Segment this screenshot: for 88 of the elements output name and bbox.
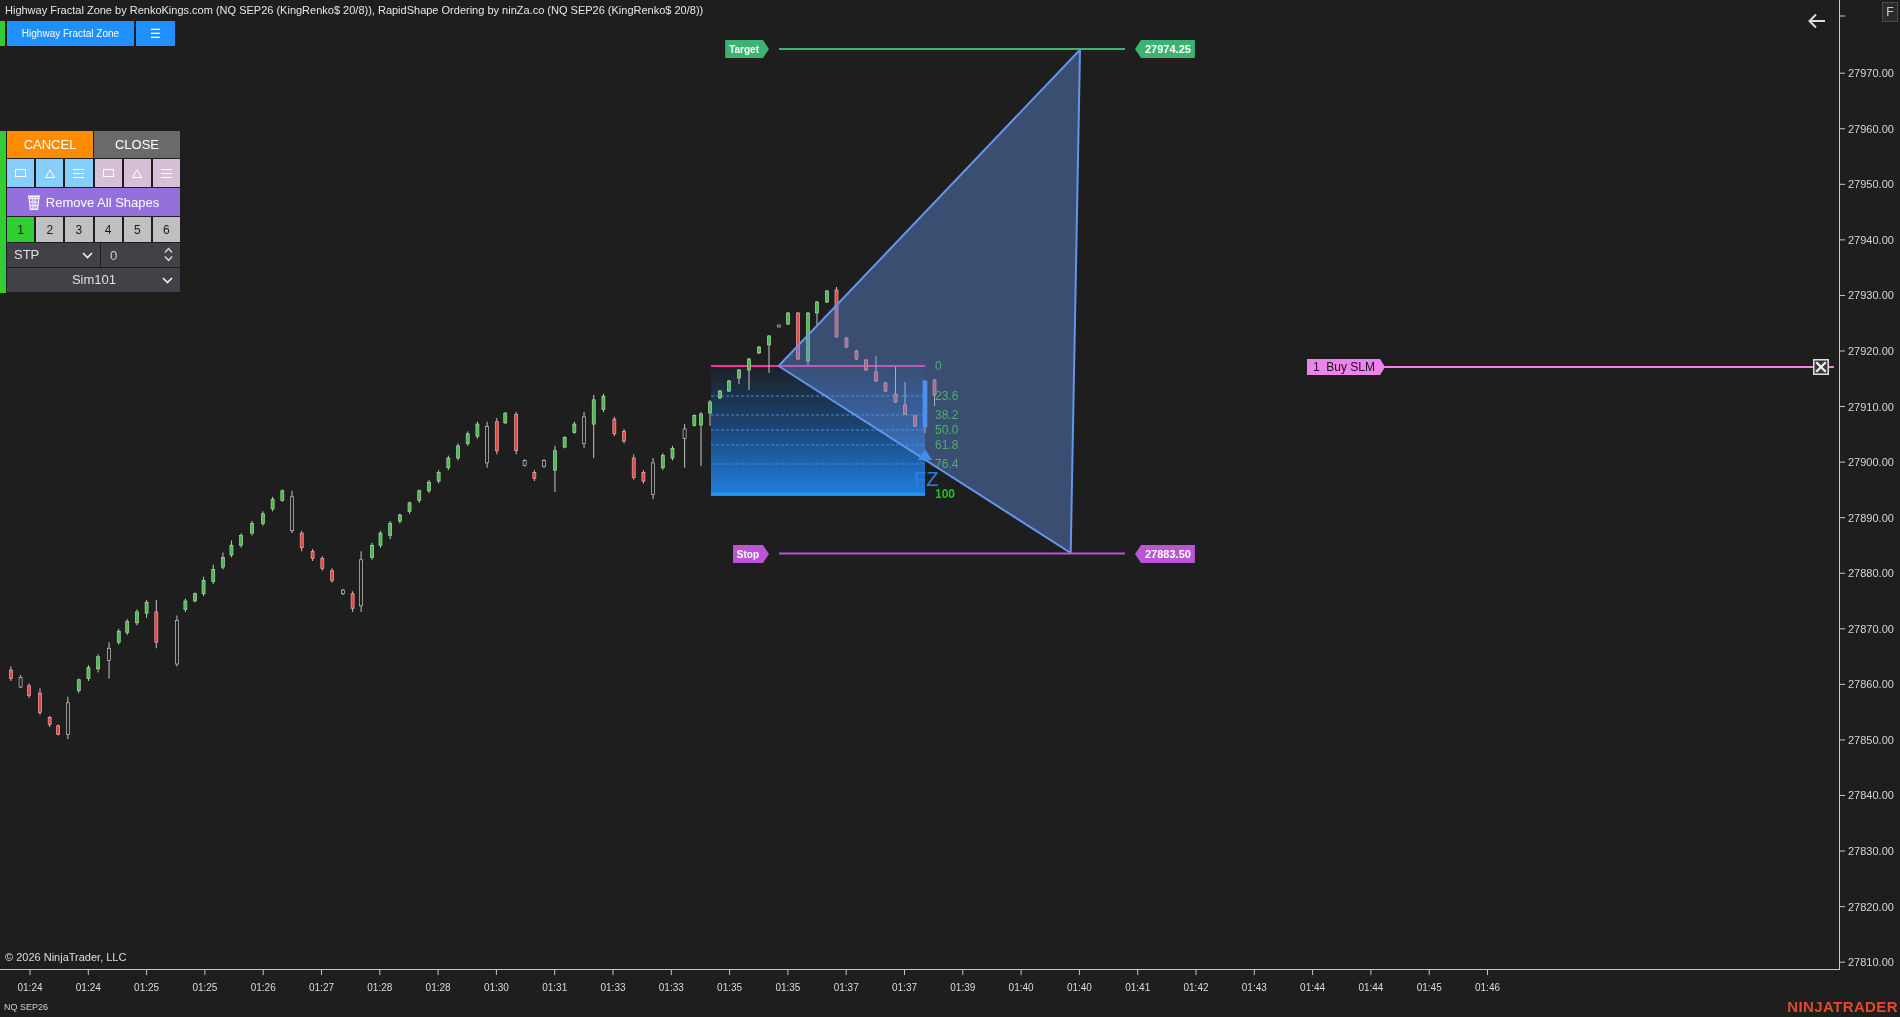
time-axis-label: 01:24 [75, 981, 101, 994]
lines-icon [73, 168, 85, 178]
price-axis-label: 27900.00 [1848, 455, 1894, 470]
account-dropdown[interactable]: Sim101 [7, 268, 180, 292]
remove-shapes-button[interactable]: Remove All Shapes [7, 188, 180, 216]
price-axis-label: 27850.00 [1848, 732, 1894, 747]
time-axis-label: 01:28 [425, 981, 451, 994]
time-axis-label: 01:31 [542, 981, 568, 994]
quantity-button[interactable]: 1 [7, 217, 35, 242]
quantity-button[interactable]: 4 [94, 217, 122, 242]
target-price-tag: 27974.25 [1135, 40, 1195, 58]
quantity-button[interactable]: 2 [36, 217, 64, 242]
handle-bar [0, 21, 5, 46]
chevron-down-icon [162, 276, 173, 284]
price-axis-label: 27910.00 [1848, 399, 1894, 414]
instrument-label: NQ SEP26 [4, 1002, 49, 1013]
time-axis-label: 01:33 [658, 981, 684, 994]
price-axis-label: 27920.00 [1848, 344, 1894, 358]
arrow-left-icon[interactable] [1808, 13, 1826, 29]
price-axis-label: 27860.00 [1848, 677, 1894, 692]
fib-level-label: 50.0 [935, 423, 959, 437]
fib-level-label: 100 [935, 487, 956, 501]
time-axis-label: 01:30 [483, 981, 509, 994]
fib-level-label: 38.2 [935, 408, 959, 422]
lines-icon [160, 168, 172, 178]
time-axis-label: 01:45 [1416, 981, 1442, 994]
price-axis-label: 27870.00 [1848, 621, 1894, 636]
time-axis-label: 01:27 [309, 981, 334, 994]
time-axis-label: 01:44 [1300, 981, 1326, 994]
chevron-down-icon [82, 251, 93, 259]
time-axis-label: 01:40 [1066, 981, 1092, 994]
price-axis-label: 27930.00 [1848, 288, 1894, 303]
price-axis-label: 27960.00 [1848, 121, 1894, 136]
time-axis-label: 01:26 [250, 981, 276, 994]
time-axis-label: 01:35 [775, 981, 801, 994]
time-axis-label: 01:43 [1241, 981, 1267, 994]
quantity-button[interactable]: 3 [65, 217, 93, 242]
triangle-tool-button[interactable] [36, 159, 64, 187]
time-axis-label: 01:24 [17, 981, 43, 994]
logo-text: NINJATRADER [1787, 998, 1898, 1015]
time-axis-label: 01:46 [1475, 981, 1500, 994]
fib-level-label: 61.8 [935, 438, 959, 452]
time-axis-label: 01:25 [192, 981, 218, 994]
triangle-icon [132, 168, 143, 178]
time-axis-label: 01:33 [600, 981, 626, 994]
quantity-button[interactable]: 5 [123, 217, 151, 242]
time-axis-label: 01:42 [1183, 981, 1209, 994]
rectangle-icon [102, 169, 114, 177]
order-type-dropdown[interactable]: STP [7, 243, 100, 267]
price-axis-label: 27890.00 [1848, 510, 1894, 525]
fib-level-label: 23.6 [935, 389, 959, 403]
close-button[interactable]: CLOSE [94, 131, 180, 158]
price-axis-label: 27970.00 [1848, 66, 1894, 81]
fib-level-label: 0 [935, 359, 942, 373]
lines-tool-button[interactable] [152, 159, 181, 187]
time-axis-label: 01:41 [1125, 981, 1151, 994]
price-axis-label: 27940.00 [1848, 232, 1894, 247]
window-title: Highway Fractal Zone by RenkoKings.com (NQ SEP26 (KingRenko$ 20/8)), RapidShape Ordering by ninZa.co (NQ SEP26 (KingRenko$ 20/8)) [5, 3, 704, 17]
target-tag: Target [725, 40, 769, 58]
time-axis-label: 01:39 [950, 981, 976, 994]
fib-level-label: 76.4 [935, 457, 959, 471]
price-axis-label: 27840.00 [1848, 788, 1894, 803]
price-axis-label: 27880.00 [1848, 566, 1894, 581]
order-tag[interactable]: 1 Buy SLM [1307, 359, 1386, 375]
time-axis-label: 01:28 [367, 981, 393, 994]
triangle-icon [44, 168, 55, 178]
time-axis-label: 01:25 [134, 981, 160, 994]
copyright-text: © 2026 NinjaTrader, LLC [5, 950, 127, 964]
trash-icon [27, 194, 40, 210]
price-axis-label: 27950.00 [1848, 177, 1894, 192]
time-axis-label: 01:35 [717, 981, 743, 994]
offset-field[interactable]: 0 [101, 243, 180, 267]
price-axis-label: 27820.00 [1848, 899, 1894, 914]
price-axis-label: 27830.00 [1848, 844, 1894, 859]
price-axis-label: 27810.00 [1848, 955, 1894, 970]
rectangle-tool-button[interactable] [7, 159, 35, 187]
rectangle-tool-button[interactable] [94, 159, 122, 187]
time-axis-label: 01:40 [1008, 981, 1034, 994]
spinner-icon [164, 247, 173, 262]
triangle-tool-button[interactable] [123, 159, 151, 187]
quantity-button[interactable]: 6 [152, 217, 181, 242]
time-axis-label: 01:44 [1358, 981, 1384, 994]
stop-price-tag: 27883.50 [1135, 545, 1195, 563]
rectangle-icon [15, 169, 27, 177]
time-axis-label: 01:37 [892, 981, 917, 994]
time-axis-label: 01:37 [833, 981, 859, 994]
f-button[interactable]: F [1882, 2, 1898, 22]
close-icon[interactable] [1813, 359, 1829, 375]
